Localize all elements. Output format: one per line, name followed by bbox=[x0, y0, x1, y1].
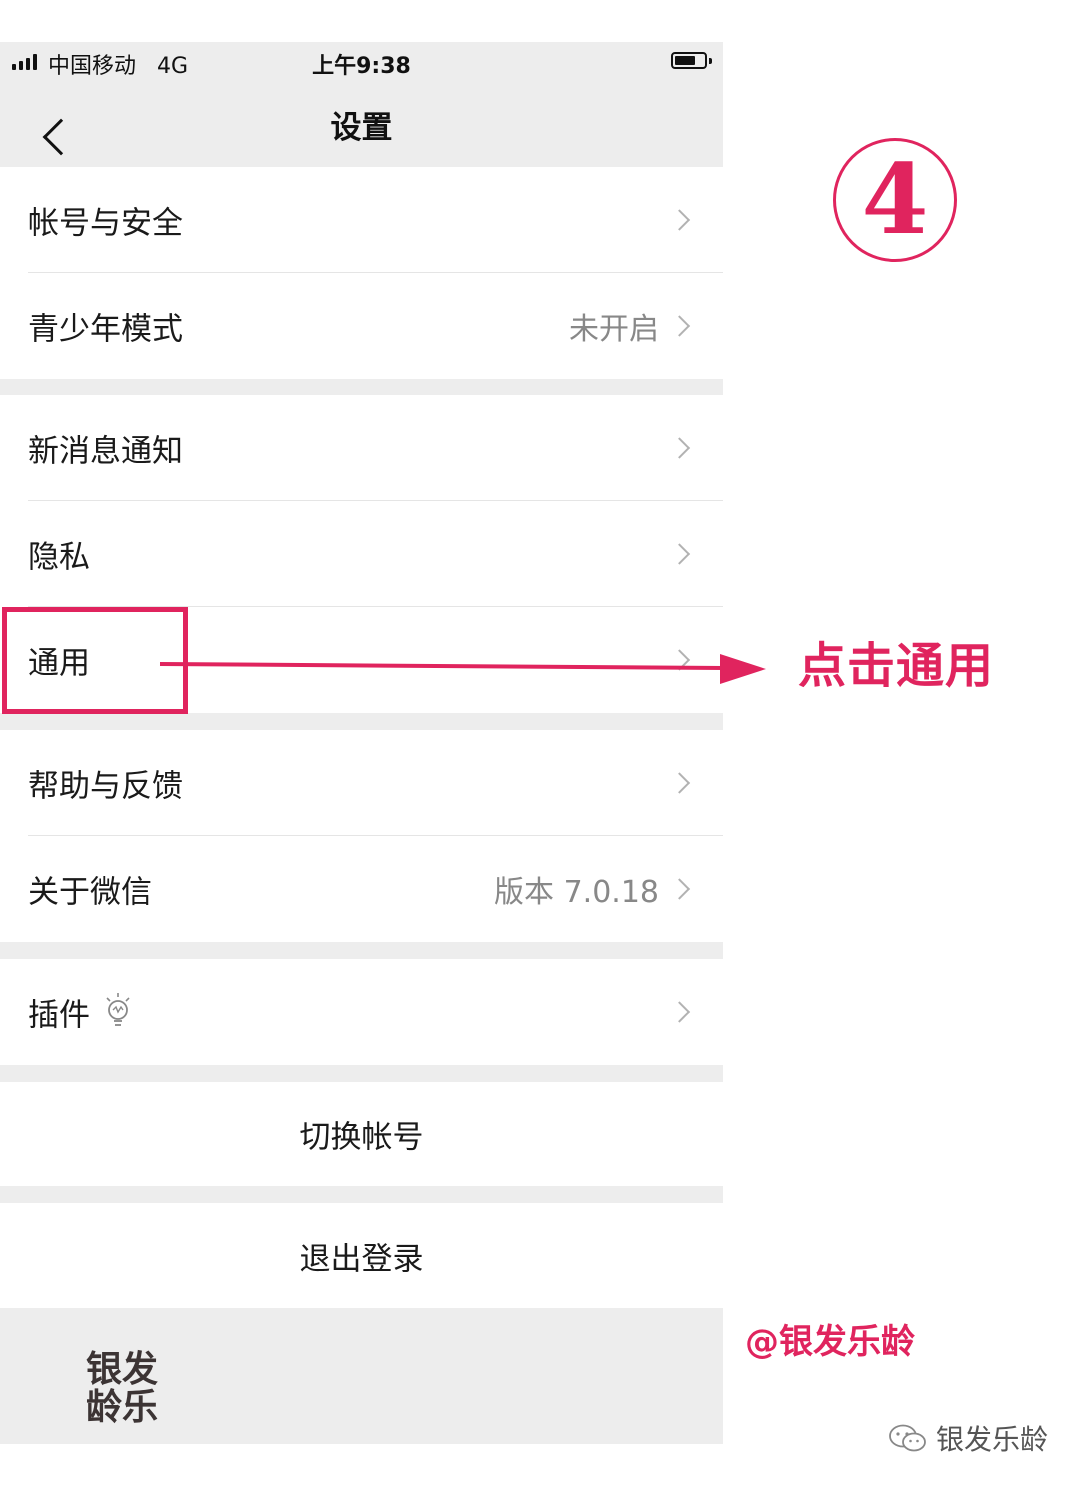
wechat-icon bbox=[889, 1424, 926, 1452]
wechat-account-name: 银发乐龄 bbox=[936, 1423, 1049, 1456]
wechat-account-tag: 银发乐龄 bbox=[888, 1418, 1048, 1458]
step-number-badge: 4 bbox=[833, 138, 957, 262]
logo-stamp: 银发龄乐 bbox=[86, 1348, 159, 1428]
instruction-label: 点击通用 bbox=[798, 638, 995, 694]
author-handle: @银发乐龄 bbox=[745, 1322, 915, 1362]
canvas: 中国移动 4G 上午9:38 设置 帐号与安全 青少年模式 未开启 新消息通知 bbox=[0, 0, 1080, 1485]
